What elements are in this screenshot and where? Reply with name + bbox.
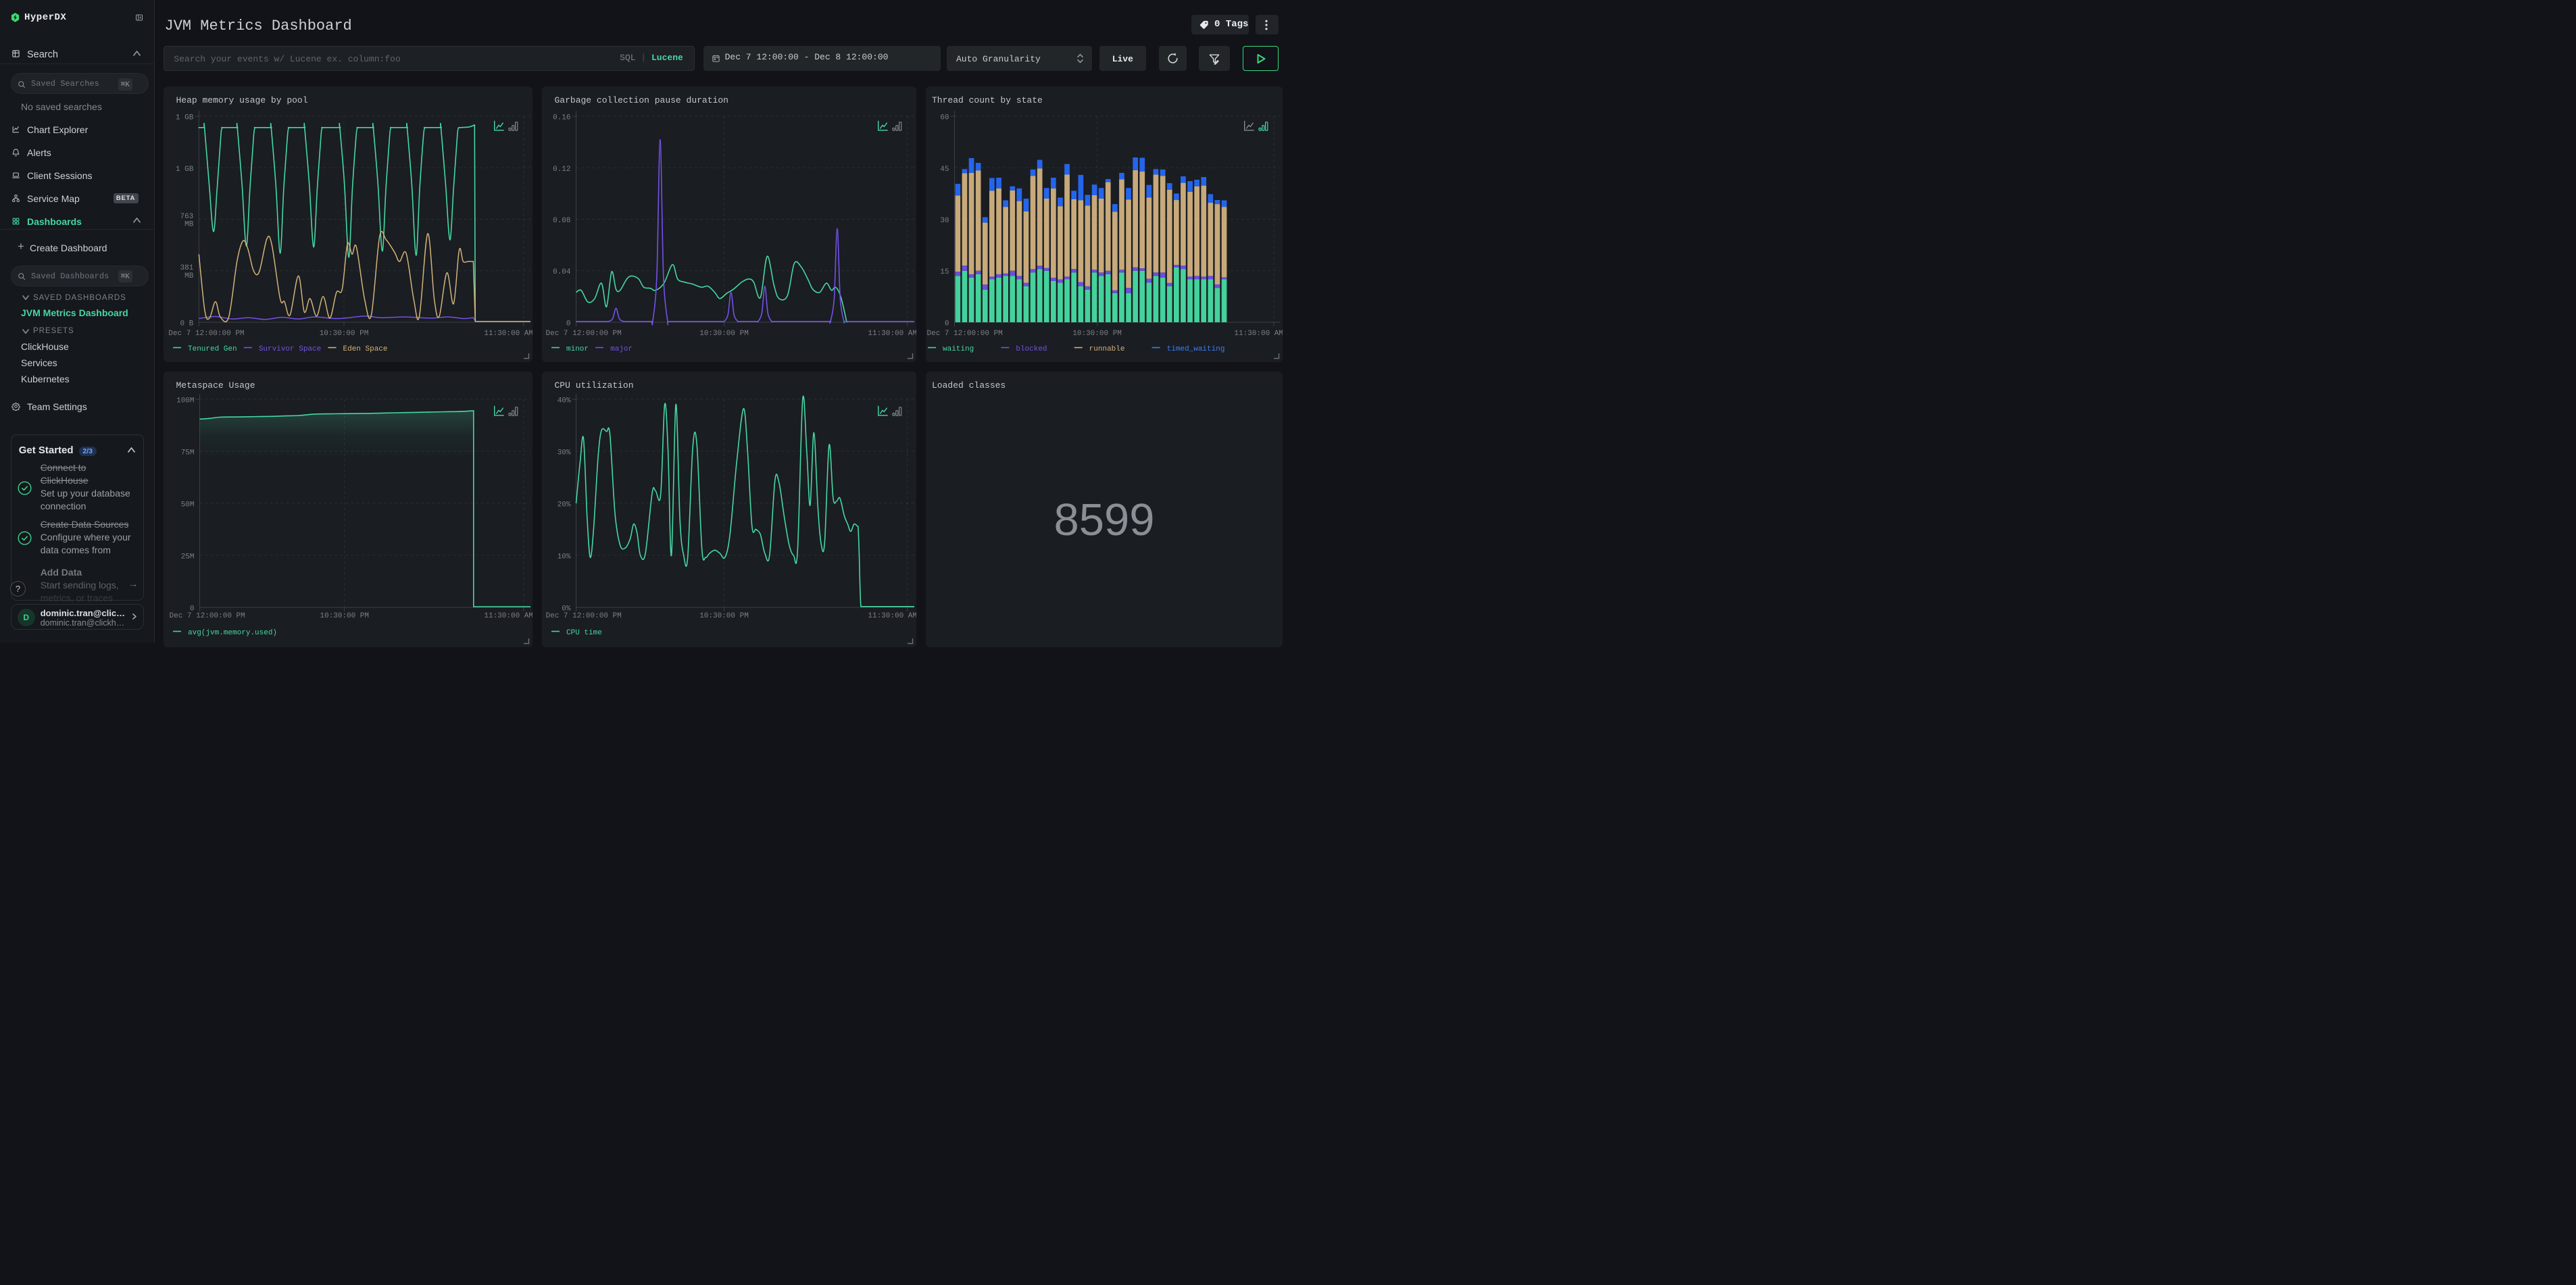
svg-text:Dec 7 12:00:00 PM: Dec 7 12:00:00 PM [546, 330, 622, 338]
svg-text:waiting: waiting [943, 345, 974, 353]
svg-text:10:30:00 PM: 10:30:00 PM [699, 330, 749, 338]
svg-text:avg(jvm.memory.used): avg(jvm.memory.used) [188, 629, 277, 637]
svg-text:Dec 7 12:00:00 PM: Dec 7 12:00:00 PM [927, 330, 1003, 338]
svg-text:11:30:00 AM: 11:30:00 AM [868, 612, 916, 620]
svg-text:Dec 7 12:00:00 PM: Dec 7 12:00:00 PM [546, 612, 622, 620]
svg-text:10:30:00 PM: 10:30:00 PM [320, 612, 369, 620]
svg-text:10%: 10% [558, 553, 571, 561]
svg-text:11:30:00 AM: 11:30:00 AM [1234, 330, 1283, 338]
svg-text:Eden Space: Eden Space [343, 345, 388, 353]
svg-text:MB: MB [184, 272, 194, 280]
svg-text:75M: 75M [181, 449, 195, 457]
svg-text:0 B: 0 B [180, 320, 193, 328]
svg-text:0: 0 [566, 320, 571, 328]
svg-text:11:30:00 AM: 11:30:00 AM [484, 612, 532, 620]
svg-text:1 GB: 1 GB [176, 114, 194, 122]
svg-text:10:30:00 PM: 10:30:00 PM [699, 612, 749, 620]
svg-text:major: major [610, 345, 633, 353]
svg-text:50M: 50M [181, 501, 195, 509]
svg-text:8599: 8599 [1054, 495, 1154, 545]
svg-text:30%: 30% [558, 449, 571, 457]
svg-text:20%: 20% [558, 501, 571, 509]
svg-text:60: 60 [940, 114, 949, 122]
svg-text:11:30:00 AM: 11:30:00 AM [484, 330, 532, 338]
svg-text:Survivor Space: Survivor Space [259, 345, 321, 353]
svg-text:runnable: runnable [1089, 345, 1125, 353]
svg-text:25M: 25M [181, 553, 195, 561]
svg-text:45: 45 [940, 166, 949, 174]
svg-text:15: 15 [940, 268, 949, 276]
svg-text:CPU time: CPU time [566, 629, 602, 637]
svg-text:blocked: blocked [1016, 345, 1047, 353]
svg-text:0.04: 0.04 [553, 268, 571, 276]
svg-text:Dec 7 12:00:00 PM: Dec 7 12:00:00 PM [170, 612, 245, 620]
svg-text:0: 0 [945, 320, 949, 328]
svg-text:Tenured Gen: Tenured Gen [188, 345, 237, 353]
svg-text:763: 763 [180, 213, 193, 221]
svg-text:11:30:00 AM: 11:30:00 AM [868, 330, 916, 338]
svg-text:Dec 7 12:00:00 PM: Dec 7 12:00:00 PM [168, 330, 244, 338]
svg-text:timed_waiting: timed_waiting [1167, 345, 1225, 353]
svg-text:381: 381 [180, 264, 193, 272]
svg-text:1 GB: 1 GB [176, 166, 194, 174]
svg-text:10:30:00 PM: 10:30:00 PM [320, 330, 369, 338]
svg-text:minor: minor [566, 345, 589, 353]
svg-text:0.12: 0.12 [553, 166, 570, 174]
svg-text:0.08: 0.08 [553, 217, 570, 225]
svg-text:0.16: 0.16 [553, 114, 570, 122]
svg-text:30: 30 [940, 217, 949, 225]
svg-text:40%: 40% [558, 397, 571, 405]
svg-text:10:30:00 PM: 10:30:00 PM [1072, 330, 1122, 338]
svg-text:100M: 100M [176, 397, 194, 405]
svg-text:MB: MB [184, 221, 194, 229]
